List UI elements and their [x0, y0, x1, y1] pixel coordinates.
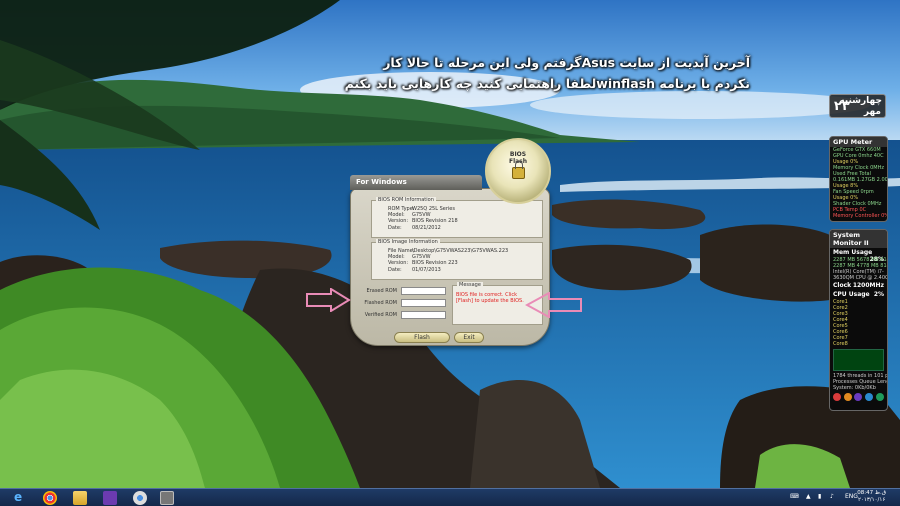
flash-button[interactable]: Flash: [394, 332, 450, 343]
network-icon[interactable]: ▲: [806, 493, 811, 500]
winflash-taskbar-icon[interactable]: [160, 491, 174, 505]
system-monitor-gadget[interactable]: System Monitor II Mem Usage 28% 2287 MB …: [829, 229, 888, 411]
rom-model-value: G75VW: [412, 212, 431, 219]
taskbar-clock[interactable]: 08:47 ق.ظ ۲۰۱۳/۱۰/۱۶: [857, 490, 886, 504]
verified-rom-label: Verified ROM: [364, 312, 397, 318]
explorer-icon[interactable]: [73, 491, 87, 505]
chrome-alt-icon[interactable]: [133, 491, 147, 505]
bios-rom-info-title: BIOS ROM Information: [376, 197, 436, 203]
core-row: Core8: [833, 341, 848, 347]
bios-image-info-list: File Name:\Desktop\G75VWAS223\G75VWAS.22…: [388, 248, 508, 273]
clock-time: 08:47 ق.ظ: [857, 490, 886, 496]
flashed-rom-progress: [401, 299, 446, 307]
chrome-icon[interactable]: [43, 491, 57, 505]
mem-usage-row: Mem Usage 28%: [830, 248, 887, 263]
gpu-meter-row: Memory Controller 0%: [833, 213, 888, 219]
bios-image-info-title: BIOS Image Information: [376, 239, 440, 245]
cpu-usage-label: CPU Usage: [833, 291, 870, 298]
cpu-usage-row: CPU Usage 2%: [830, 290, 887, 299]
bios-rom-info-panel: BIOS ROM Information ROM Type:W25Q 25L S…: [371, 197, 543, 238]
taskbar: e ⌨ ▲ ▮ ♪ ENG 08:47 ق.ظ ۲۰۱۳/۱۰/۱۶: [0, 488, 900, 506]
image-date-key: Date:: [388, 266, 402, 273]
rom-version-value: BIOS Revision 218: [412, 218, 458, 225]
ie-icon[interactable]: e: [14, 491, 28, 505]
gpu-meter-title: GPU Meter: [830, 137, 887, 147]
lock-icon: [512, 161, 525, 179]
annotation-arrow-left-icon: [306, 288, 351, 312]
winflash-body: BIOS ROM Information ROM Type:W25Q 25L S…: [350, 188, 550, 346]
rom-date-value: 08/21/2012: [412, 224, 441, 231]
logoff-button-icon[interactable]: [875, 393, 884, 401]
bios-badge-line1: BIOS: [509, 151, 527, 158]
rom-type-value: W25Q 25L Series: [412, 206, 455, 212]
clock-value: 1200MHz: [852, 282, 884, 289]
bios-image-info-panel: BIOS Image Information File Name:\Deskto…: [371, 239, 543, 280]
bios-rom-info-list: ROM Type:W25Q 25L Series Model: G75VW Ver…: [388, 206, 458, 231]
rom-date-key: Date:: [388, 224, 402, 231]
system-monitor-title: System Monitor II: [830, 230, 887, 248]
erased-rom-label: Erased ROM: [366, 288, 397, 294]
cpu-graph: [833, 349, 884, 371]
winflash-window: BIOS ROM Information ROM Type:W25Q 25L S…: [345, 138, 551, 346]
image-version-value: BIOS Revision 223: [412, 260, 458, 267]
mem-usage-label: Mem Usage: [833, 249, 873, 256]
system-monitor-row: 3630QM CPU @ 2.40GHz: [833, 275, 887, 281]
bios-flash-badge: BIOS Flash: [485, 138, 551, 204]
lock-button-icon[interactable]: [854, 393, 863, 401]
forum-question-text: آخرین آپدیت از سایت Asusگرفتم ولی این مر…: [310, 52, 750, 94]
sleep-button-icon[interactable]: [843, 393, 852, 401]
exit-button[interactable]: Exit: [454, 332, 484, 343]
message-text: BIOS file is correct. Click [Flash] to u…: [456, 292, 524, 304]
keyboard-icon[interactable]: ⌨: [790, 493, 799, 500]
volume-icon[interactable]: ♪: [830, 493, 834, 500]
question-line-1: آخرین آپدیت از سایت Asusگرفتم ولی این مر…: [383, 55, 750, 70]
erased-rom-progress: [401, 287, 446, 295]
clock-label: Clock: [833, 282, 852, 289]
date-month: مهر: [863, 107, 881, 117]
message-title: Message: [457, 282, 483, 288]
power-button-icon[interactable]: [833, 393, 842, 401]
visual-studio-icon[interactable]: [103, 491, 117, 505]
restart-button-icon[interactable]: [865, 393, 874, 401]
image-date-value: 01/07/2013: [412, 266, 441, 273]
date-gadget[interactable]: ۲۳ چهارشنبه مهر: [829, 94, 886, 118]
image-model-value: G75VW: [412, 254, 431, 261]
cpu-usage-value: 2%: [873, 291, 884, 298]
verified-rom-progress: [401, 311, 446, 319]
battery-icon[interactable]: ▮: [818, 493, 821, 500]
language-indicator[interactable]: ENG: [845, 493, 858, 500]
clock-row: Clock 1200MHz: [830, 281, 887, 290]
question-line-2: نکردم با برنامه winflashلطفا راهنمایی کن…: [344, 76, 750, 91]
system-monitor-buttons: [830, 391, 887, 403]
date-weekday: چهارشنبه: [839, 96, 882, 106]
annotation-arrow-right-icon: [525, 292, 582, 318]
clock-date: ۲۰۱۳/۱۰/۱۶: [857, 497, 886, 503]
image-file-value: \Desktop\G75VWAS223\G75VWAS.223: [412, 248, 509, 254]
winflash-header: For Windows: [350, 175, 482, 190]
gpu-meter-gadget[interactable]: GPU Meter GeForce GTX 660M GPU Core 0mhz…: [829, 136, 888, 222]
flashed-rom-label: Flashed ROM: [364, 300, 397, 306]
